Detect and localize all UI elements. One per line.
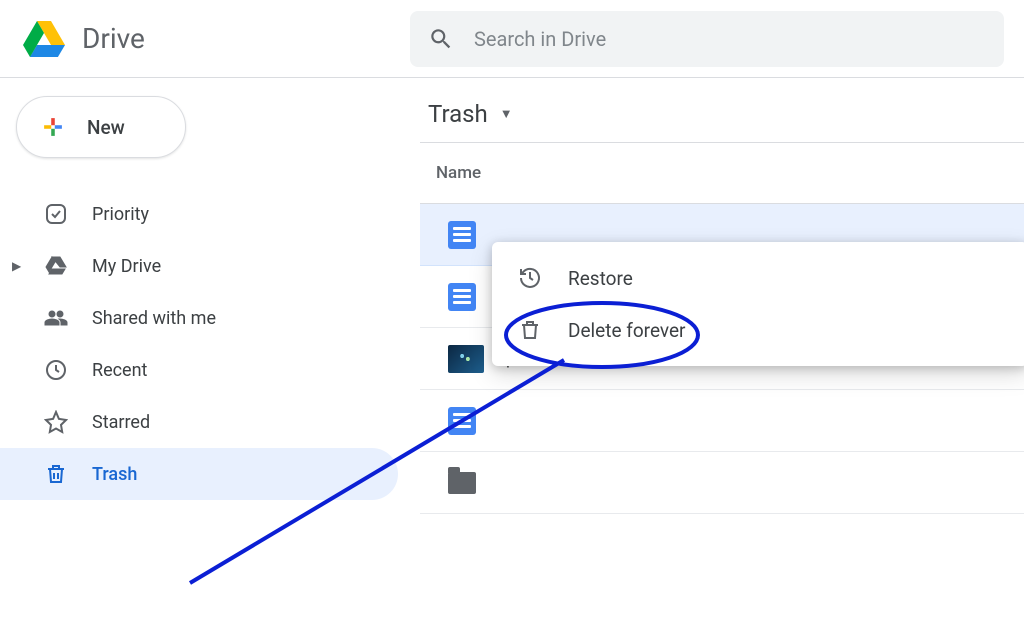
new-button-label: New — [87, 116, 125, 139]
search-input[interactable] — [474, 27, 986, 51]
context-menu-restore[interactable]: Restore — [492, 252, 1024, 304]
logo-area[interactable]: Drive — [20, 15, 410, 63]
app-name: Drive — [82, 22, 145, 55]
sidebar-item-recent[interactable]: Recent — [0, 344, 398, 396]
delete-forever-icon — [518, 318, 542, 342]
shared-icon — [44, 306, 68, 330]
context-menu: Restore Delete forever — [492, 242, 1024, 366]
breadcrumb[interactable]: Trash ▼ — [420, 100, 1024, 143]
mydrive-icon — [44, 254, 68, 278]
sidebar-item-priority[interactable]: Priority — [0, 188, 398, 240]
search-icon — [428, 26, 454, 52]
file-row[interactable] — [420, 390, 1024, 452]
docs-file-icon — [448, 221, 476, 249]
sidebar-item-label: My Drive — [92, 256, 161, 277]
sidebar: New Priority ▶ My Drive Shared with me — [0, 78, 412, 638]
folder-icon — [448, 472, 476, 494]
plus-icon — [37, 111, 69, 143]
header: Drive — [0, 0, 1024, 78]
recent-icon — [44, 358, 68, 382]
starred-icon — [44, 410, 68, 434]
context-menu-label: Delete forever — [568, 319, 686, 342]
sidebar-item-label: Trash — [92, 464, 137, 485]
column-header-name[interactable]: Name — [420, 143, 1024, 203]
sidebar-item-label: Recent — [92, 360, 147, 381]
sidebar-item-starred[interactable]: Starred — [0, 396, 398, 448]
sidebar-item-label: Priority — [92, 204, 149, 225]
sidebar-item-label: Shared with me — [92, 308, 216, 329]
priority-icon — [44, 202, 68, 226]
context-menu-delete-forever[interactable]: Delete forever — [492, 304, 1024, 356]
expand-caret-icon[interactable]: ▶ — [12, 259, 21, 273]
chevron-down-icon: ▼ — [500, 106, 513, 122]
restore-icon — [518, 266, 542, 290]
sidebar-item-mydrive[interactable]: ▶ My Drive — [0, 240, 398, 292]
search-bar[interactable] — [410, 11, 1004, 67]
sidebar-item-trash[interactable]: Trash — [0, 448, 398, 500]
docs-file-icon — [448, 283, 476, 311]
file-row[interactable] — [420, 452, 1024, 514]
sidebar-item-shared[interactable]: Shared with me — [0, 292, 398, 344]
image-file-icon — [448, 345, 484, 373]
drive-logo-icon — [20, 15, 68, 63]
new-button[interactable]: New — [16, 96, 186, 158]
context-menu-label: Restore — [568, 267, 633, 290]
docs-file-icon — [448, 407, 476, 435]
breadcrumb-label: Trash — [428, 100, 488, 128]
sidebar-item-label: Starred — [92, 412, 150, 433]
main-content: Trash ▼ Name pointers.jpg — [412, 78, 1024, 638]
trash-icon — [44, 462, 68, 486]
